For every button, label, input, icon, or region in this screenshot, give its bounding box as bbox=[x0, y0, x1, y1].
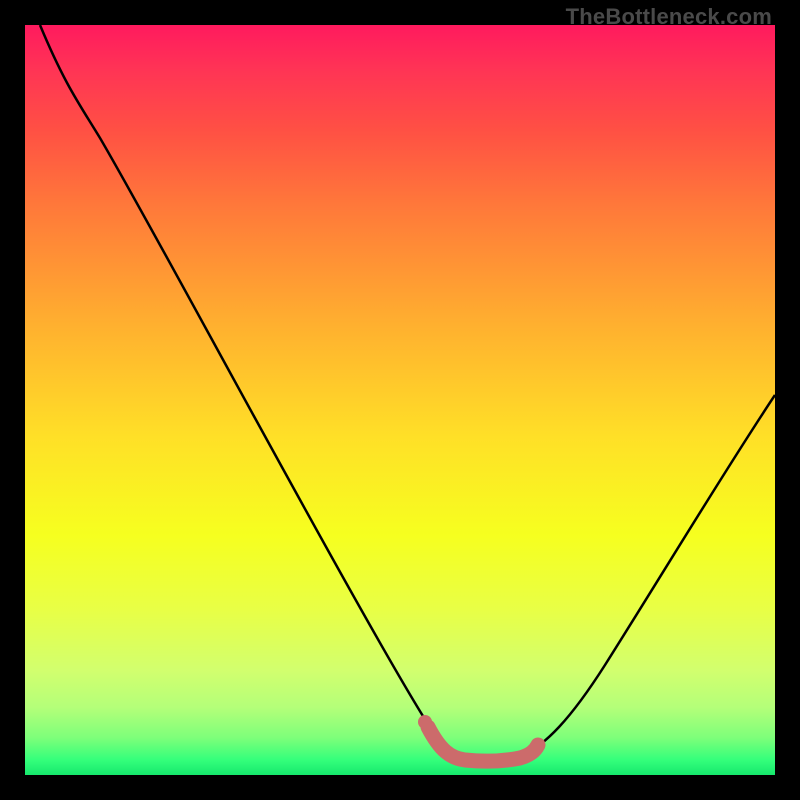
attribution-label: TheBottleneck.com bbox=[566, 4, 772, 30]
chart-overlay bbox=[25, 25, 775, 775]
optimal-band-start-dot bbox=[418, 715, 432, 729]
bottleneck-curve bbox=[40, 25, 775, 760]
chart-frame bbox=[25, 25, 775, 775]
optimal-band-marker bbox=[428, 727, 538, 761]
